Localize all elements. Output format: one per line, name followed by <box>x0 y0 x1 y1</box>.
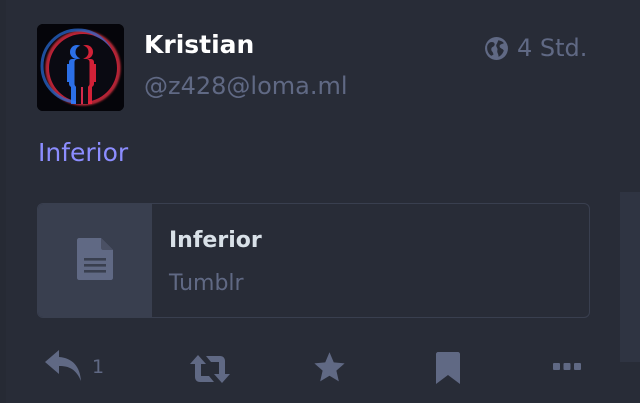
status-container: Kristian @z428@loma.ml 4 Std. Inferior I… <box>0 0 640 403</box>
boost-button[interactable] <box>190 355 230 383</box>
display-name[interactable]: Kristian <box>144 30 254 59</box>
card-thumbnail <box>38 204 152 317</box>
favourite-button[interactable] <box>313 352 346 384</box>
ellipsis-icon <box>553 362 581 372</box>
link-preview-card[interactable]: Inferior Tumblr <box>37 203 590 318</box>
avatar-image <box>37 24 124 111</box>
account-handle[interactable]: @z428@loma.ml <box>144 72 348 100</box>
status-timestamp-link[interactable]: 4 Std. <box>484 34 587 62</box>
reply-button[interactable]: 1 <box>45 350 104 383</box>
globe-icon <box>484 36 509 61</box>
card-provider: Tumblr <box>169 271 244 296</box>
more-options-button[interactable] <box>553 362 581 372</box>
reply-count: 1 <box>92 355 105 378</box>
card-title: Inferior <box>169 228 262 253</box>
bookmark-button[interactable] <box>436 352 460 384</box>
scrollbar-thumb[interactable] <box>620 192 640 362</box>
bookmark-icon <box>436 352 460 384</box>
retweet-icon <box>190 355 230 383</box>
file-text-icon <box>77 237 113 284</box>
reply-icon <box>45 350 82 383</box>
column-divider <box>0 0 6 403</box>
status-content: Inferior <box>38 138 129 167</box>
avatar[interactable] <box>37 24 124 111</box>
relative-time: 4 Std. <box>517 34 588 62</box>
star-icon <box>313 352 346 384</box>
